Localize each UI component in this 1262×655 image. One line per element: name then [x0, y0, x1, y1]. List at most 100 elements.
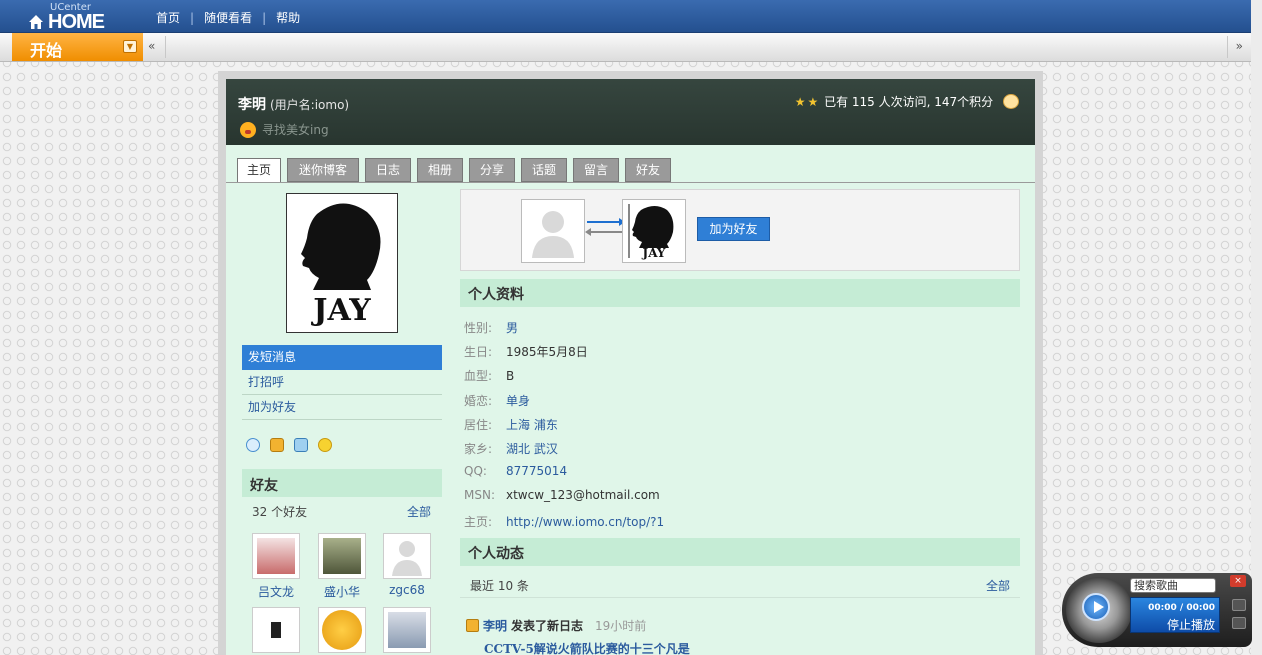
friend-name[interactable]: zgc68: [383, 583, 431, 597]
tab-topic[interactable]: 话题: [521, 158, 567, 182]
info-label: 主页:: [464, 514, 493, 529]
note-icon[interactable]: [270, 438, 284, 452]
info-row: 性别: 男: [464, 319, 1004, 343]
chevron-down-icon[interactable]: ▼: [123, 40, 137, 53]
info-value[interactable]: http://www.iomo.cn/top/?1: [506, 515, 664, 529]
info-value[interactable]: 上海 浦东: [506, 418, 558, 432]
player-time: 00:00 / 00:00: [1148, 603, 1215, 613]
info-label: 血型:: [464, 369, 493, 384]
greet-link[interactable]: 打招呼: [242, 370, 442, 395]
friend-avatar[interactable]: [383, 533, 431, 579]
visitor-avatar[interactable]: [521, 199, 585, 263]
activity-view-all-link[interactable]: 全部: [986, 577, 1010, 594]
friend-avatar[interactable]: [252, 533, 300, 579]
chat-bubble-icon[interactable]: [246, 438, 260, 452]
personal-info-title: 个人资料: [460, 279, 1020, 307]
action-menu: 发短消息 打招呼 加为好友: [242, 345, 442, 420]
nav-link-help[interactable]: 帮助: [276, 9, 300, 26]
play-icon[interactable]: [1082, 593, 1110, 621]
tab-share[interactable]: 分享: [469, 158, 515, 182]
activity-divider: [460, 597, 1020, 598]
tab-album[interactable]: 相册: [417, 158, 463, 182]
friend-card[interactable]: [252, 607, 300, 653]
profile-motto: 寻找美女ing: [240, 121, 329, 138]
thumb-caption: JAY: [642, 246, 666, 260]
friend-name[interactable]: 吕文龙: [252, 583, 300, 600]
friend-card[interactable]: [318, 607, 366, 653]
add-friend-button[interactable]: 加为好友: [697, 217, 770, 241]
info-value[interactable]: 男: [506, 321, 518, 335]
info-label: MSN:: [464, 488, 495, 503]
song-search-input[interactable]: 搜索歌曲: [1130, 578, 1216, 593]
friend-avatar[interactable]: [318, 533, 366, 579]
default-user-icon: [532, 211, 574, 258]
info-row: MSN: xtwcw_123@hotmail.com: [464, 488, 1004, 512]
avatar[interactable]: JAY: [286, 193, 398, 333]
toolbar-divider: [1227, 36, 1228, 58]
friend-card[interactable]: zgc68: [383, 533, 431, 597]
silhouette-avatar-image: JAY: [301, 203, 381, 328]
friend-card[interactable]: 盛小华: [318, 533, 366, 600]
tab-guestbook[interactable]: 留言: [573, 158, 619, 182]
feed-user-link[interactable]: 李明: [483, 619, 507, 633]
photo-icon[interactable]: [294, 438, 308, 452]
info-row: 血型: B: [464, 367, 1004, 391]
start-toolbar: 开始 ▼ « »: [0, 33, 1251, 62]
info-value[interactable]: 单身: [506, 394, 530, 408]
friend-card[interactable]: 吕文龙: [252, 533, 300, 600]
info-label: 生日:: [464, 345, 493, 360]
activity-title: 个人动态: [460, 538, 1020, 566]
friend-avatar[interactable]: [383, 607, 431, 653]
info-value: xtwcw_123@hotmail.com: [506, 488, 660, 503]
friend-photo: [322, 610, 362, 650]
nav-link-home[interactable]: 首页: [156, 9, 180, 26]
default-user-icon: [392, 541, 422, 576]
nav-link-browse[interactable]: 随便看看: [204, 9, 252, 26]
friend-photo: [388, 612, 426, 648]
tab-friends[interactable]: 好友: [625, 158, 671, 182]
info-value[interactable]: 87775014: [506, 464, 567, 478]
start-button[interactable]: 开始 ▼: [12, 33, 143, 61]
tab-miniblog[interactable]: 迷你博客: [287, 158, 359, 182]
comment-icon[interactable]: [318, 438, 332, 452]
ucenter-home-logo[interactable]: UCenter HOME: [28, 2, 118, 33]
friend-avatar[interactable]: [252, 607, 300, 653]
page-scrollbar[interactable]: [1251, 0, 1262, 655]
profile-avatar-thumb[interactable]: JAY: [622, 199, 686, 263]
feed-entry-title-link[interactable]: CCTV-5解说火箭队比赛的十三个凡是: [484, 640, 690, 655]
expand-right-button[interactable]: »: [1236, 39, 1243, 53]
profile-window: 李明 (用户名:iomo) 寻找美女ing ★ ★ 已有 115 人次访问, 147…: [218, 71, 1043, 655]
friends-view-all-link[interactable]: 全部: [407, 503, 431, 520]
tab-blog[interactable]: 日志: [365, 158, 411, 182]
start-label: 开始: [30, 41, 63, 60]
info-value[interactable]: 湖北 武汉: [506, 442, 558, 456]
action-icons: [246, 438, 342, 455]
star-icon: ★: [807, 95, 819, 109]
info-row: 生日: 1985年5月8日: [464, 343, 1004, 367]
friend-name[interactable]: 盛小华: [318, 583, 366, 600]
feed-timestamp: 19小时前: [595, 619, 647, 633]
settings-icon[interactable]: [1232, 617, 1246, 629]
playlist-icon[interactable]: [1232, 599, 1246, 611]
send-message-link[interactable]: 发短消息: [242, 345, 442, 370]
add-friend-link[interactable]: 加为好友: [242, 395, 442, 420]
info-row: 家乡: 湖北 武汉: [464, 440, 1004, 464]
tab-home[interactable]: 主页: [237, 158, 281, 183]
logo-big-text: HOME: [48, 11, 105, 33]
collapse-left-button[interactable]: «: [148, 39, 155, 53]
player-close-button[interactable]: ×: [1230, 575, 1246, 587]
friend-avatar[interactable]: [318, 607, 366, 653]
info-row: QQ: 87775014: [464, 464, 1004, 488]
player-display: 00:00 / 00:00 停止播放: [1130, 597, 1220, 633]
friend-card[interactable]: [383, 607, 431, 653]
friend-photo: [257, 538, 295, 574]
profile-header: 李明 (用户名:iomo) 寻找美女ing ★ ★ 已有 115 人次访问, 147…: [226, 79, 1035, 145]
silhouette-thumb-image: JAY: [628, 204, 674, 260]
friend-count: 32 个好友: [252, 505, 308, 519]
stats-text: 已有 115 人次访问, 147个积分: [824, 95, 994, 109]
emoticon-icon: [240, 122, 256, 138]
top-navigation-bar: UCenter HOME 首页 | 随便看看 | 帮助: [0, 0, 1251, 33]
info-value: B: [506, 369, 515, 384]
info-label: 家乡:: [464, 441, 493, 456]
feed-action-text: 发表了新日志: [511, 619, 584, 633]
